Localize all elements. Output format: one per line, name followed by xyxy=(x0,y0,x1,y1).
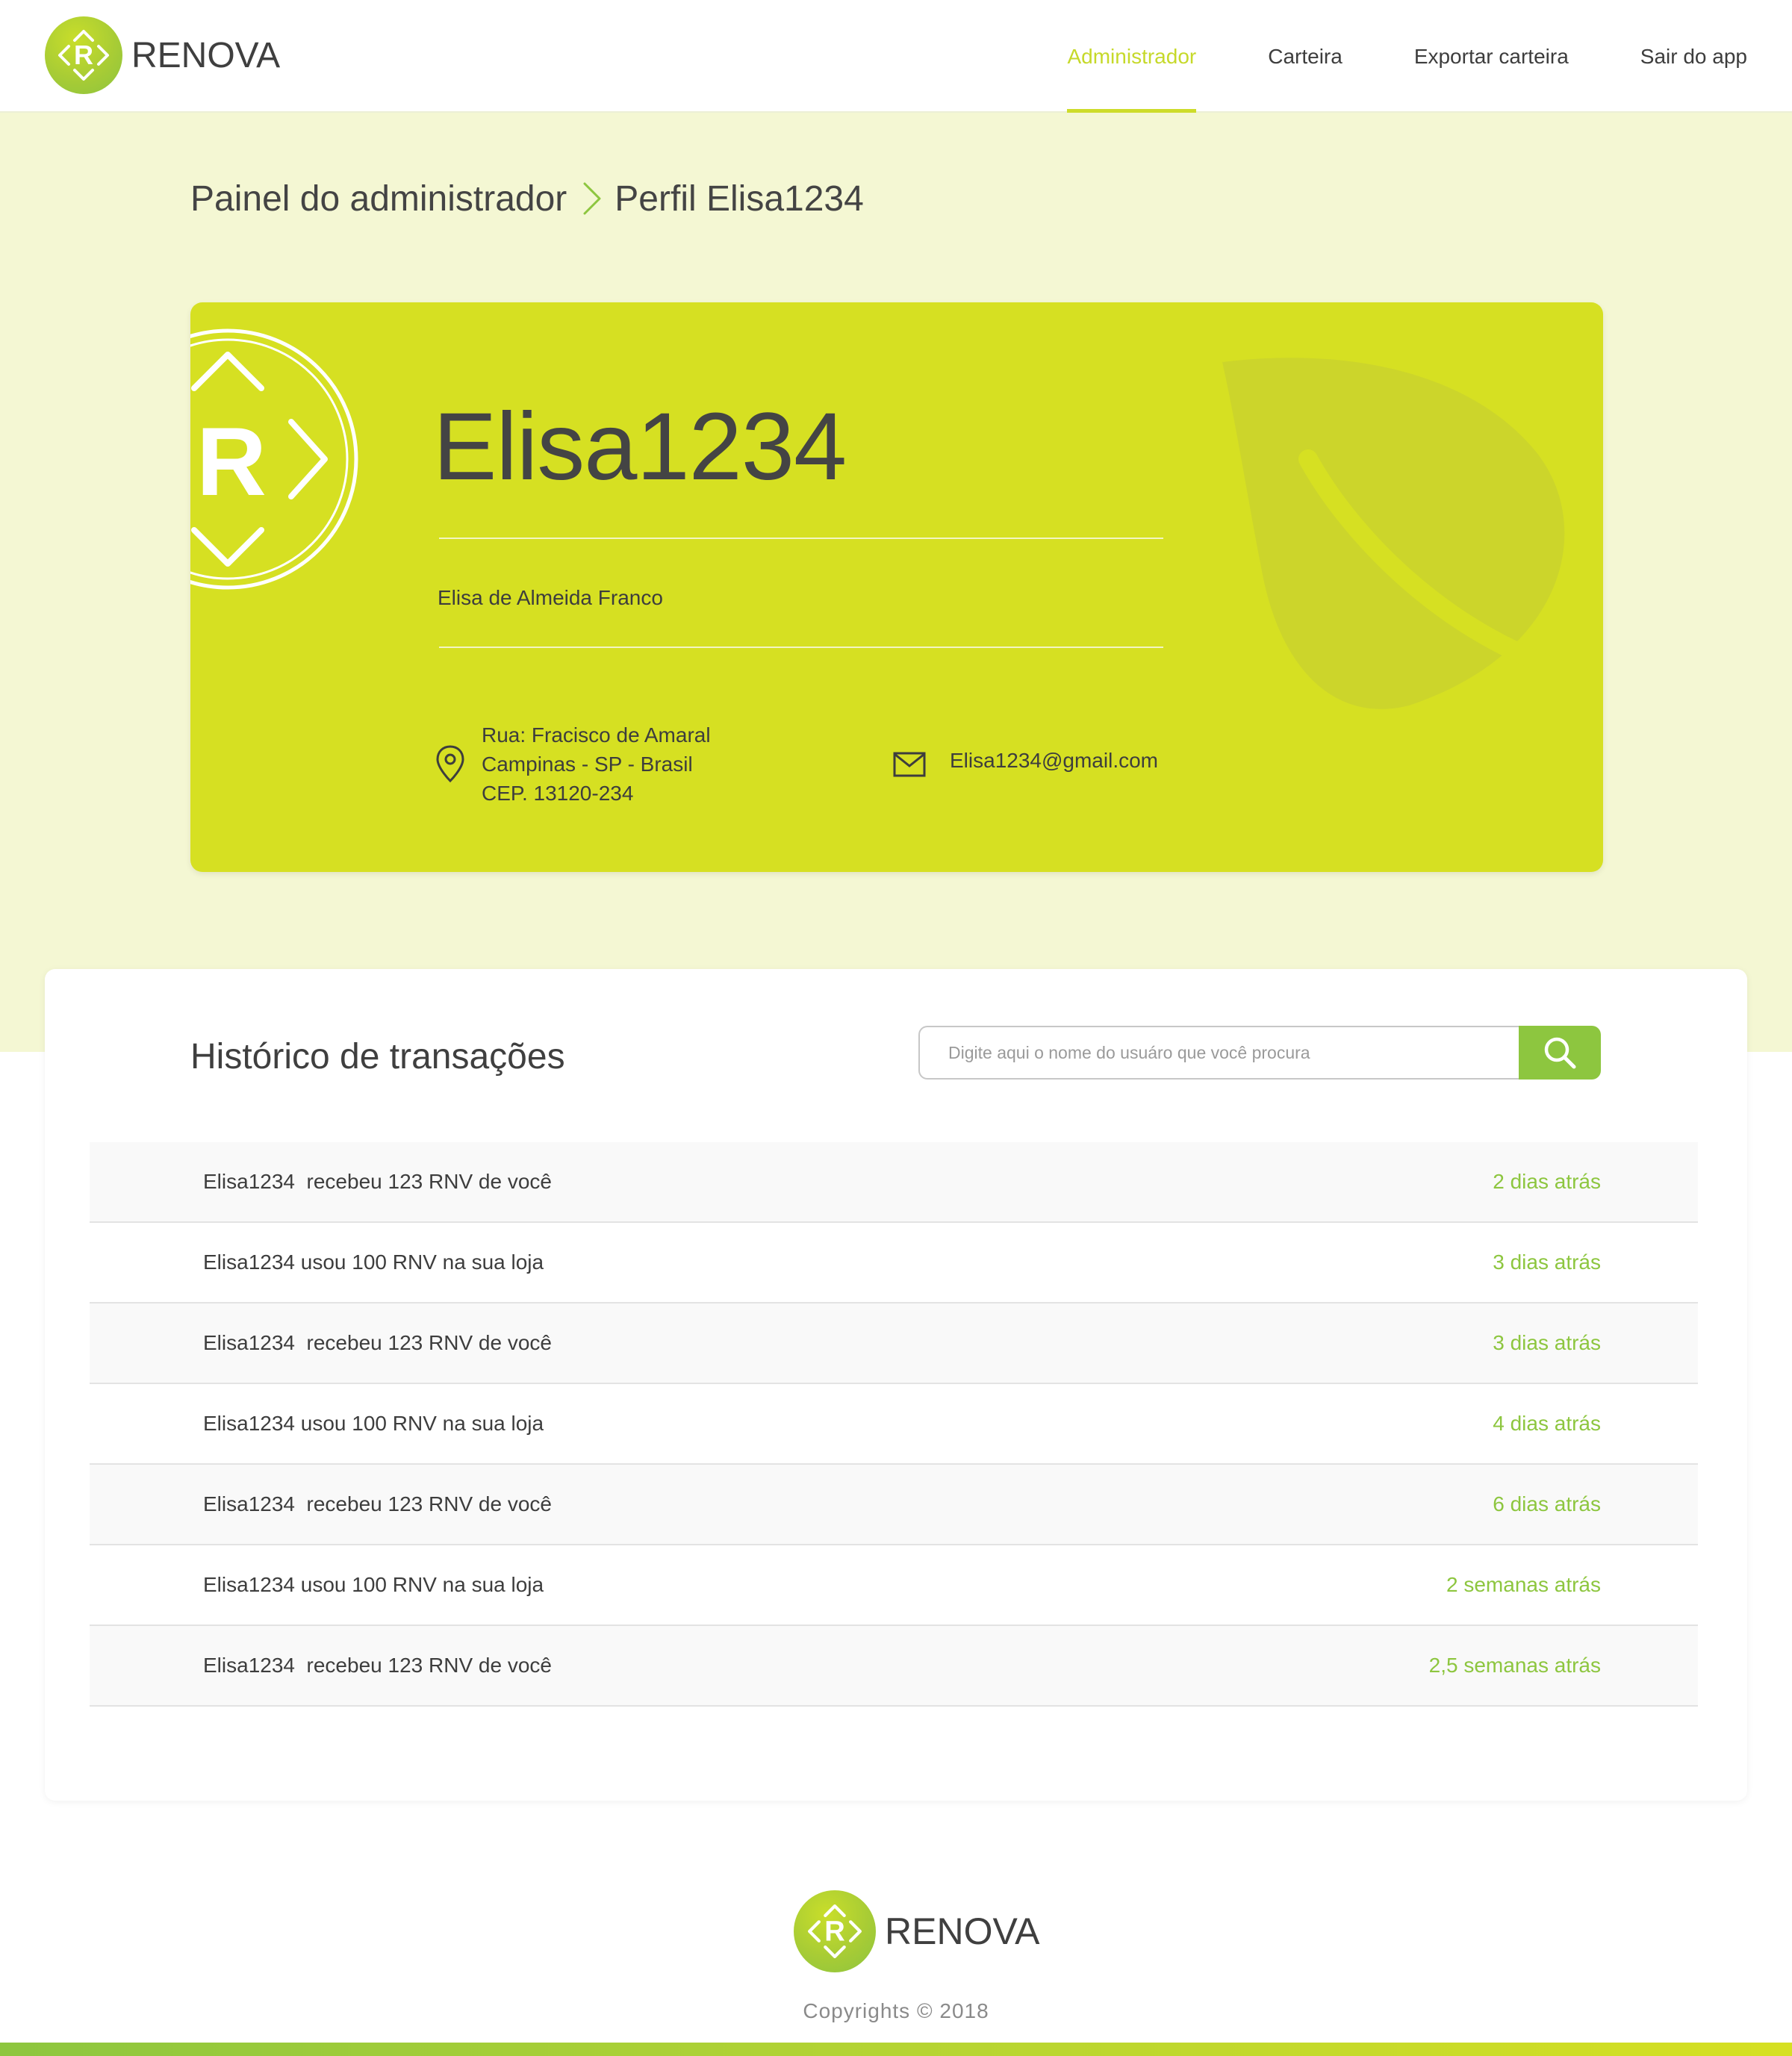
chevron-right-icon xyxy=(583,182,601,215)
svg-text:R: R xyxy=(74,40,93,70)
transaction-time: 2 semanas atrás xyxy=(1446,1573,1601,1596)
renova-logo-icon: R xyxy=(45,16,122,94)
transaction-row[interactable]: Elisa1234 usou 100 RNV na sua loja 4 dia… xyxy=(90,1384,1698,1465)
transaction-description: Elisa1234 usou 100 RNV na sua loja xyxy=(203,1573,544,1596)
transaction-time: 3 dias atrás xyxy=(1493,1331,1601,1354)
nav-item-carteira[interactable]: Carteira xyxy=(1268,0,1343,113)
breadcrumb-parent[interactable]: Painel do administrador xyxy=(190,178,567,219)
search-button[interactable] xyxy=(1519,1026,1601,1080)
top-header: R RENOVA Administrador Carteira Exportar… xyxy=(0,0,1792,113)
transaction-row[interactable]: Elisa1234 recebeu 123 RNV de você 2 dias… xyxy=(90,1142,1698,1223)
nav-item-administrador[interactable]: Administrador xyxy=(1067,0,1196,113)
address-line: Rua: Fracisco de Amaral xyxy=(482,723,711,747)
profile-username: Elisa1234 xyxy=(433,393,847,500)
profile-card: R Elisa1234 Elisa de Almeida Franco Rua:… xyxy=(190,302,1603,872)
search-input[interactable] xyxy=(918,1026,1519,1080)
profile-address: Rua: Fracisco de Amaral Campinas - SP - … xyxy=(482,720,711,808)
main-nav: Administrador Carteira Exportar carteira… xyxy=(995,0,1747,113)
renova-logo-icon: R xyxy=(794,1890,876,1972)
map-pin-icon xyxy=(436,745,464,783)
bottom-accent-bar xyxy=(0,2043,1792,2056)
transaction-time: 6 dias atrás xyxy=(1493,1492,1601,1515)
transaction-description: Elisa1234 recebeu 123 RNV de você xyxy=(203,1492,552,1515)
footer-brand-name: RENOVA xyxy=(885,1910,1040,1952)
nav-item-sair-do-app[interactable]: Sair do app xyxy=(1640,0,1747,113)
breadcrumb-current: Perfil Elisa1234 xyxy=(615,178,864,219)
address-line: Campinas - SP - Brasil xyxy=(482,753,693,776)
transaction-row[interactable]: Elisa1234 usou 100 RNV na sua loja 3 dia… xyxy=(90,1223,1698,1303)
address-line: CEP. 13120-234 xyxy=(482,782,634,805)
profile-full-name: Elisa de Almeida Franco xyxy=(438,586,663,609)
nav-item-exportar-carteira[interactable]: Exportar carteira xyxy=(1414,0,1569,113)
transaction-time: 3 dias atrás xyxy=(1493,1250,1601,1274)
mail-icon xyxy=(893,752,926,777)
copyright-text: Copyrights © 2018 xyxy=(803,1999,989,2022)
transaction-description: Elisa1234 recebeu 123 RNV de você xyxy=(203,1170,552,1193)
transaction-time: 2 dias atrás xyxy=(1493,1170,1601,1193)
svg-text:R: R xyxy=(196,407,267,516)
transaction-description: Elisa1234 usou 100 RNV na sua loja xyxy=(203,1250,544,1274)
user-search xyxy=(918,1026,1601,1080)
transaction-row[interactable]: Elisa1234 recebeu 123 RNV de você 2,5 se… xyxy=(90,1626,1698,1707)
transaction-row[interactable]: Elisa1234 recebeu 123 RNV de você 6 dias… xyxy=(90,1465,1698,1545)
transaction-list: Elisa1234 recebeu 123 RNV de você 2 dias… xyxy=(90,1142,1698,1707)
svg-text:R: R xyxy=(824,1916,845,1948)
divider xyxy=(439,647,1163,648)
transaction-description: Elisa1234 recebeu 123 RNV de você xyxy=(203,1331,552,1354)
transaction-description: Elisa1234 recebeu 123 RNV de você xyxy=(203,1654,552,1677)
transaction-time: 2,5 semanas atrás xyxy=(1428,1654,1601,1677)
search-icon xyxy=(1544,1037,1576,1069)
transaction-time: 4 dias atrás xyxy=(1493,1412,1601,1435)
leaf-icon xyxy=(1222,358,1590,709)
renova-badge-icon: R xyxy=(190,328,358,590)
brand-logo[interactable]: R RENOVA xyxy=(45,16,280,94)
brand-name: RENOVA xyxy=(131,35,281,75)
footer-brand[interactable]: R RENOVA xyxy=(794,1890,1039,1972)
transaction-history-panel: Histórico de transações Elisa1234 recebe… xyxy=(45,969,1747,1801)
transaction-row[interactable]: Elisa1234 recebeu 123 RNV de você 3 dias… xyxy=(90,1303,1698,1384)
breadcrumb: Painel do administrador Perfil Elisa1234 xyxy=(190,176,864,221)
profile-email[interactable]: Elisa1234@gmail.com xyxy=(950,749,1158,773)
transaction-row[interactable]: Elisa1234 usou 100 RNV na sua loja 2 sem… xyxy=(90,1545,1698,1626)
history-title: Histórico de transações xyxy=(190,1037,565,1077)
transaction-description: Elisa1234 usou 100 RNV na sua loja xyxy=(203,1412,544,1435)
divider xyxy=(439,538,1163,539)
